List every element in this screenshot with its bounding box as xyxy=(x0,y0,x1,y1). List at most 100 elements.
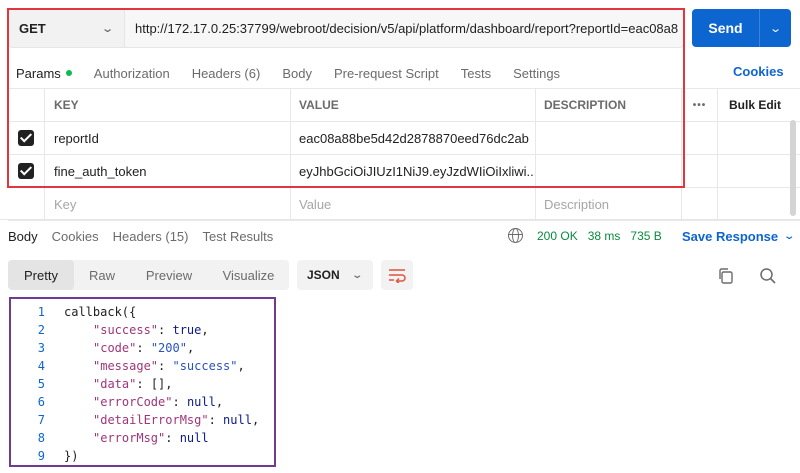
row-checkbox-cell xyxy=(8,188,45,220)
table-row: reportId eac08a88be5d42d2878870eed76dc2a… xyxy=(8,122,800,155)
code-line: 6 "errorCode": null, xyxy=(9,393,259,411)
json-comma: , xyxy=(186,341,195,355)
json-value: "success" xyxy=(172,359,238,373)
code-line: 8 "errorMsg": null xyxy=(9,429,259,447)
header-value: VALUE xyxy=(291,89,536,121)
search-icon[interactable] xyxy=(758,266,778,286)
url-input[interactable]: http://172.17.0.25:37799/webroot/decisio… xyxy=(124,8,684,48)
send-options-button[interactable]: ⌄ xyxy=(759,9,791,47)
tab-params[interactable]: Params xyxy=(16,66,72,81)
tab-tests[interactable]: Tests xyxy=(461,66,491,81)
json-key: "detailErrorMsg" xyxy=(93,413,209,427)
row-checkbox-cell xyxy=(8,122,45,154)
header-description: DESCRIPTION xyxy=(536,89,682,121)
row-spacer xyxy=(682,155,718,187)
copy-icon[interactable] xyxy=(716,266,736,286)
param-description[interactable] xyxy=(536,122,682,154)
tab-authorization[interactable]: Authorization xyxy=(94,66,170,81)
line-number: 5 xyxy=(37,377,45,391)
json-key: "errorMsg" xyxy=(93,431,166,445)
json-value: null xyxy=(186,395,216,409)
tab-response-body[interactable]: Body xyxy=(8,229,38,244)
new-key-input[interactable]: Key xyxy=(45,188,291,220)
row-spacer xyxy=(718,188,800,220)
line-number: 9 xyxy=(37,449,45,463)
checkbox[interactable] xyxy=(18,163,34,179)
param-key[interactable]: reportId xyxy=(45,122,291,154)
tab-test-results[interactable]: Test Results xyxy=(202,229,273,244)
response-body-code[interactable]: 1 callback({ 2 "success": true, 3 "code"… xyxy=(9,303,259,465)
globe-icon[interactable] xyxy=(508,228,523,243)
code-text: "detailErrorMsg": null, xyxy=(93,413,260,427)
tab-response-cookies[interactable]: Cookies xyxy=(52,229,99,244)
tab-settings[interactable]: Settings xyxy=(513,66,560,81)
new-value-input[interactable]: Value xyxy=(291,188,536,220)
line-number: 6 xyxy=(37,395,45,409)
row-spacer xyxy=(682,122,718,154)
tab-body[interactable]: Body xyxy=(282,66,312,81)
json-value: null xyxy=(223,413,252,427)
wrap-lines-icon xyxy=(389,269,406,283)
code-text: "data": [], xyxy=(93,377,173,391)
code-line: 3 "code": "200", xyxy=(9,339,259,357)
json-comma: , xyxy=(215,395,224,409)
save-response-label: Save Response xyxy=(682,229,779,244)
bulk-edit-button[interactable]: Bulk Edit xyxy=(718,89,800,121)
save-response-button[interactable]: Save Response ⌄ xyxy=(682,229,795,244)
json-key: "errorCode" xyxy=(93,395,173,409)
code-line: 7 "detailErrorMsg": null, xyxy=(9,411,259,429)
request-bar: GET ⌄ http://172.17.0.25:37799/webroot/d… xyxy=(8,8,684,48)
json-comma: , xyxy=(165,377,173,391)
param-key[interactable]: fine_auth_token xyxy=(45,155,291,187)
row-spacer xyxy=(718,122,800,154)
tab-headers[interactable]: Headers (6) xyxy=(192,66,261,81)
wrap-lines-button[interactable] xyxy=(381,260,413,290)
param-value[interactable]: eyJhbGciOiJIUzI1NiJ9.eyJzdWIiOiIxliwi... xyxy=(291,155,536,187)
active-dot-icon xyxy=(65,70,72,76)
table-row-new: Key Value Description xyxy=(8,188,800,221)
response-time[interactable]: 38 ms xyxy=(588,229,621,243)
code-line: 1 callback({ xyxy=(9,303,259,321)
table-row: fine_auth_token eyJhbGciOiJIUzI1NiJ9.eyJ… xyxy=(8,155,800,188)
response-tabs: Body Cookies Headers (15) Test Results xyxy=(8,229,287,244)
chevron-down-icon: ⌄ xyxy=(769,22,782,35)
new-description-input[interactable]: Description xyxy=(536,188,682,220)
tab-response-headers[interactable]: Headers (15) xyxy=(113,229,189,244)
param-value[interactable]: eac08a88be5d42d2878870eed76dc2ab xyxy=(291,122,536,154)
view-preview[interactable]: Preview xyxy=(130,260,208,290)
line-number: 4 xyxy=(37,359,45,373)
row-checkbox-cell xyxy=(8,155,45,187)
code-text: callback({ xyxy=(64,305,137,319)
json-key: "data" xyxy=(93,377,137,391)
view-raw[interactable]: Raw xyxy=(74,260,130,290)
more-icon: ••• xyxy=(692,99,707,111)
scrollbar[interactable] xyxy=(790,120,796,216)
cookies-link[interactable]: Cookies xyxy=(733,64,784,79)
response-size[interactable]: 735 B xyxy=(630,229,661,243)
method-select[interactable]: GET ⌄ xyxy=(8,8,124,48)
view-visualize[interactable]: Visualize xyxy=(208,260,289,290)
params-table: KEY VALUE DESCRIPTION ••• Bulk Edit repo… xyxy=(8,88,800,221)
divider xyxy=(0,219,800,220)
send-button-group: Send ⌄ xyxy=(692,9,791,47)
send-button[interactable]: Send xyxy=(692,9,759,47)
json-comma: , xyxy=(251,413,260,427)
more-options-button[interactable]: ••• xyxy=(682,89,718,121)
method-label: GET xyxy=(19,20,46,36)
status-code[interactable]: 200 OK xyxy=(537,229,578,243)
code-text: "success": true, xyxy=(93,323,209,337)
json-key: "success" xyxy=(93,323,159,337)
table-header-row: KEY VALUE DESCRIPTION ••• Bulk Edit xyxy=(8,88,800,122)
json-key: "message" xyxy=(93,359,159,373)
tab-pre-request-script[interactable]: Pre-request Script xyxy=(334,66,439,81)
format-label: JSON xyxy=(307,268,340,282)
view-pretty[interactable]: Pretty xyxy=(8,260,74,290)
code-text: "errorCode": null, xyxy=(93,395,224,409)
json-value: "200" xyxy=(150,341,187,355)
header-key: KEY xyxy=(45,89,291,121)
format-select[interactable]: JSON ⌄ xyxy=(297,260,373,290)
param-description[interactable] xyxy=(536,155,682,187)
json-comma: , xyxy=(237,359,245,373)
chevron-down-icon: ⌄ xyxy=(100,22,114,35)
checkbox[interactable] xyxy=(18,130,34,146)
